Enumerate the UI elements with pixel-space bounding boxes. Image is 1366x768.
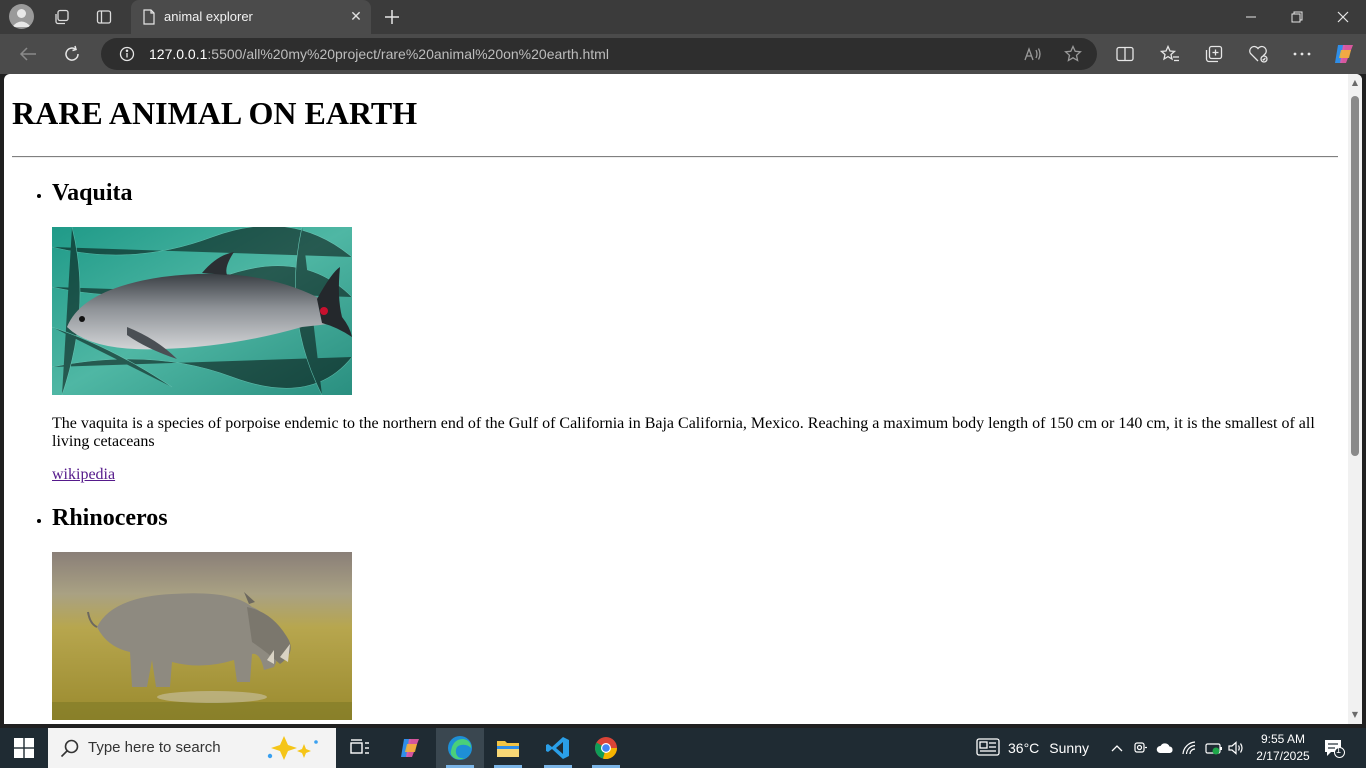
system-clock[interactable]: 9:55 AM 2/17/2025 <box>1249 731 1317 765</box>
animal-item-rhinoceros: Rhinoceros <box>52 504 1338 720</box>
animal-item-vaquita: Vaquita <box>52 179 1338 484</box>
site-info-icon[interactable] <box>113 40 141 68</box>
tab-animal-explorer[interactable]: animal explorer ✕ <box>131 0 371 34</box>
scroll-thumb[interactable] <box>1351 96 1359 456</box>
page-viewport[interactable]: RARE ANIMAL ON EARTH Vaquita <box>4 74 1362 724</box>
url-text[interactable]: 127.0.0.1:5500/all%20my%20project/rare%2… <box>149 46 609 62</box>
meet-now-icon[interactable] <box>1131 738 1151 758</box>
wifi-icon[interactable] <box>1180 738 1200 758</box>
more-options-icon[interactable] <box>1288 40 1316 68</box>
tab-title: animal explorer <box>164 9 253 24</box>
minimize-icon[interactable] <box>1228 0 1274 34</box>
volume-icon[interactable] <box>1226 738 1246 758</box>
vaquita-image <box>52 227 352 395</box>
notification-count: 1 <box>1336 745 1342 755</box>
edge-taskbar-icon[interactable] <box>436 728 484 768</box>
clock-time: 9:55 AM <box>1260 732 1306 746</box>
rhinoceros-image <box>52 552 352 720</box>
split-screen-icon[interactable] <box>1111 40 1139 68</box>
weather-icon <box>976 737 1000 759</box>
profile-avatar[interactable] <box>9 4 34 29</box>
show-hidden-icons-icon[interactable] <box>1107 738 1127 758</box>
favorites-icon[interactable] <box>1156 40 1184 68</box>
start-button[interactable] <box>0 728 48 768</box>
vscode-icon[interactable] <box>534 728 582 768</box>
search-highlight-icon <box>264 734 326 766</box>
wikipedia-link[interactable]: wikipedia <box>52 466 115 484</box>
tab-actions-icon[interactable] <box>92 5 116 29</box>
scroll-down-icon[interactable]: ▼ <box>1350 710 1360 720</box>
back-icon[interactable] <box>14 40 42 68</box>
vertical-scrollbar[interactable]: ▲ ▼ <box>1348 74 1362 724</box>
url-path: :5500/all%20my%20project/rare%20animal%2… <box>207 46 609 62</box>
browser-essentials-icon[interactable] <box>1244 40 1272 68</box>
browser-toolbar: 127.0.0.1:5500/all%20my%20project/rare%2… <box>0 34 1366 74</box>
search-icon <box>60 738 80 762</box>
close-window-icon[interactable] <box>1320 0 1366 34</box>
task-view-icon[interactable] <box>336 728 384 768</box>
chrome-icon[interactable] <box>582 728 630 768</box>
refresh-icon[interactable] <box>58 40 86 68</box>
weather-condition: Sunny <box>1049 740 1089 756</box>
page-content: RARE ANIMAL ON EARTH Vaquita <box>12 74 1338 720</box>
weather-temperature: 36°C <box>1008 740 1040 756</box>
collections-icon[interactable] <box>1200 40 1228 68</box>
onedrive-icon[interactable] <box>1155 738 1175 758</box>
copilot-icon[interactable] <box>1330 40 1358 68</box>
notifications-icon[interactable]: 1 <box>1322 737 1346 759</box>
url-host: 127.0.0.1 <box>149 46 208 62</box>
search-placeholder: Type here to search <box>88 739 221 756</box>
animal-name: Vaquita <box>52 180 133 206</box>
address-bar[interactable]: 127.0.0.1:5500/all%20my%20project/rare%2… <box>101 38 1097 70</box>
windows-taskbar: Type here to search 36°C Sunny 9:55 AM 2… <box>0 728 1366 768</box>
taskbar-search-box[interactable]: Type here to search <box>48 728 336 768</box>
animal-list: Vaquita <box>12 179 1338 720</box>
close-tab-icon[interactable]: ✕ <box>347 8 365 26</box>
new-tab-icon[interactable] <box>380 5 404 29</box>
favorite-star-icon[interactable] <box>1059 40 1087 68</box>
file-explorer-icon[interactable] <box>484 728 532 768</box>
windows-logo-icon <box>14 738 34 758</box>
read-aloud-icon[interactable] <box>1019 40 1047 68</box>
scroll-up-icon[interactable]: ▲ <box>1350 78 1360 88</box>
clock-date: 2/17/2025 <box>1256 749 1310 763</box>
animal-name: Rhinoceros <box>52 505 168 531</box>
weather-widget[interactable]: 36°C Sunny <box>976 728 1089 768</box>
browser-titlebar: animal explorer ✕ <box>0 0 1366 34</box>
restore-icon[interactable] <box>1274 0 1320 34</box>
animal-description: The vaquita is a species of porpoise end… <box>52 415 1315 450</box>
page-title: RARE ANIMAL ON EARTH <box>12 95 418 131</box>
battery-icon[interactable] <box>1204 738 1224 758</box>
page-icon <box>137 5 161 29</box>
workspaces-icon[interactable] <box>50 5 74 29</box>
horizontal-rule <box>12 156 1338 158</box>
copilot-taskbar-icon[interactable] <box>386 728 434 768</box>
